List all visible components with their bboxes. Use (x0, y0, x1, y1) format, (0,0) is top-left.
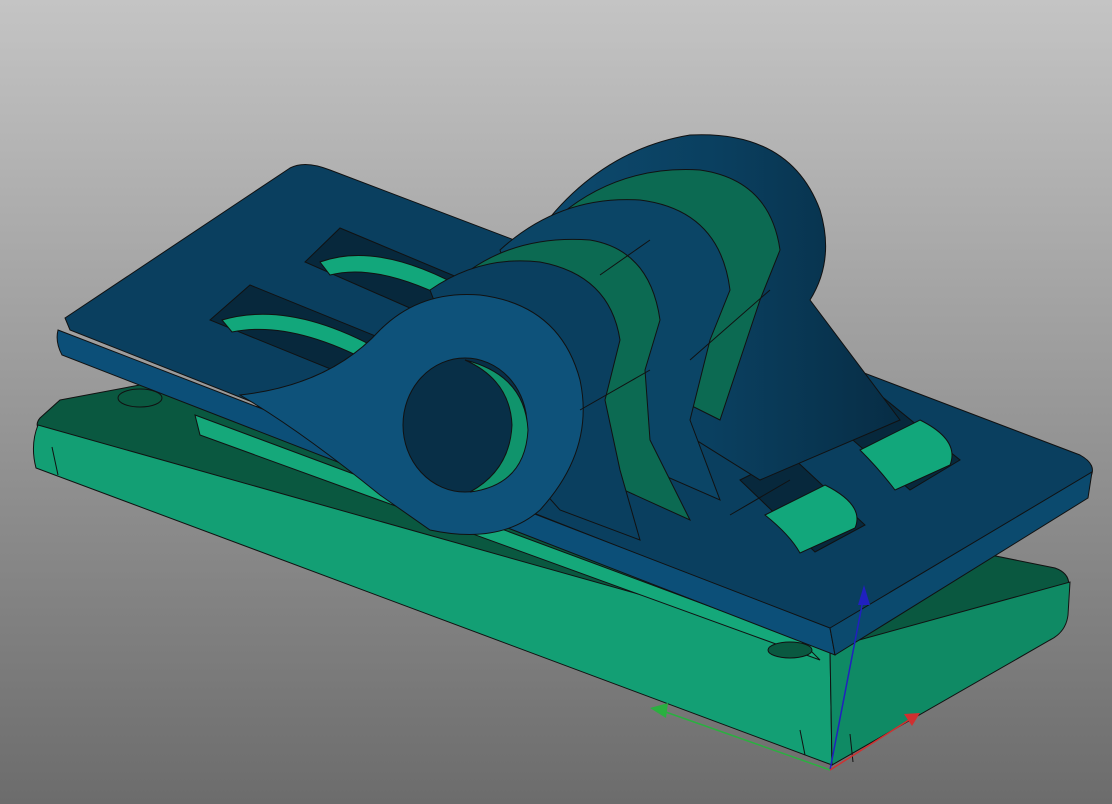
3d-viewport[interactable] (0, 0, 1112, 804)
spacer-left (117, 388, 163, 408)
spacer-right (767, 641, 813, 659)
